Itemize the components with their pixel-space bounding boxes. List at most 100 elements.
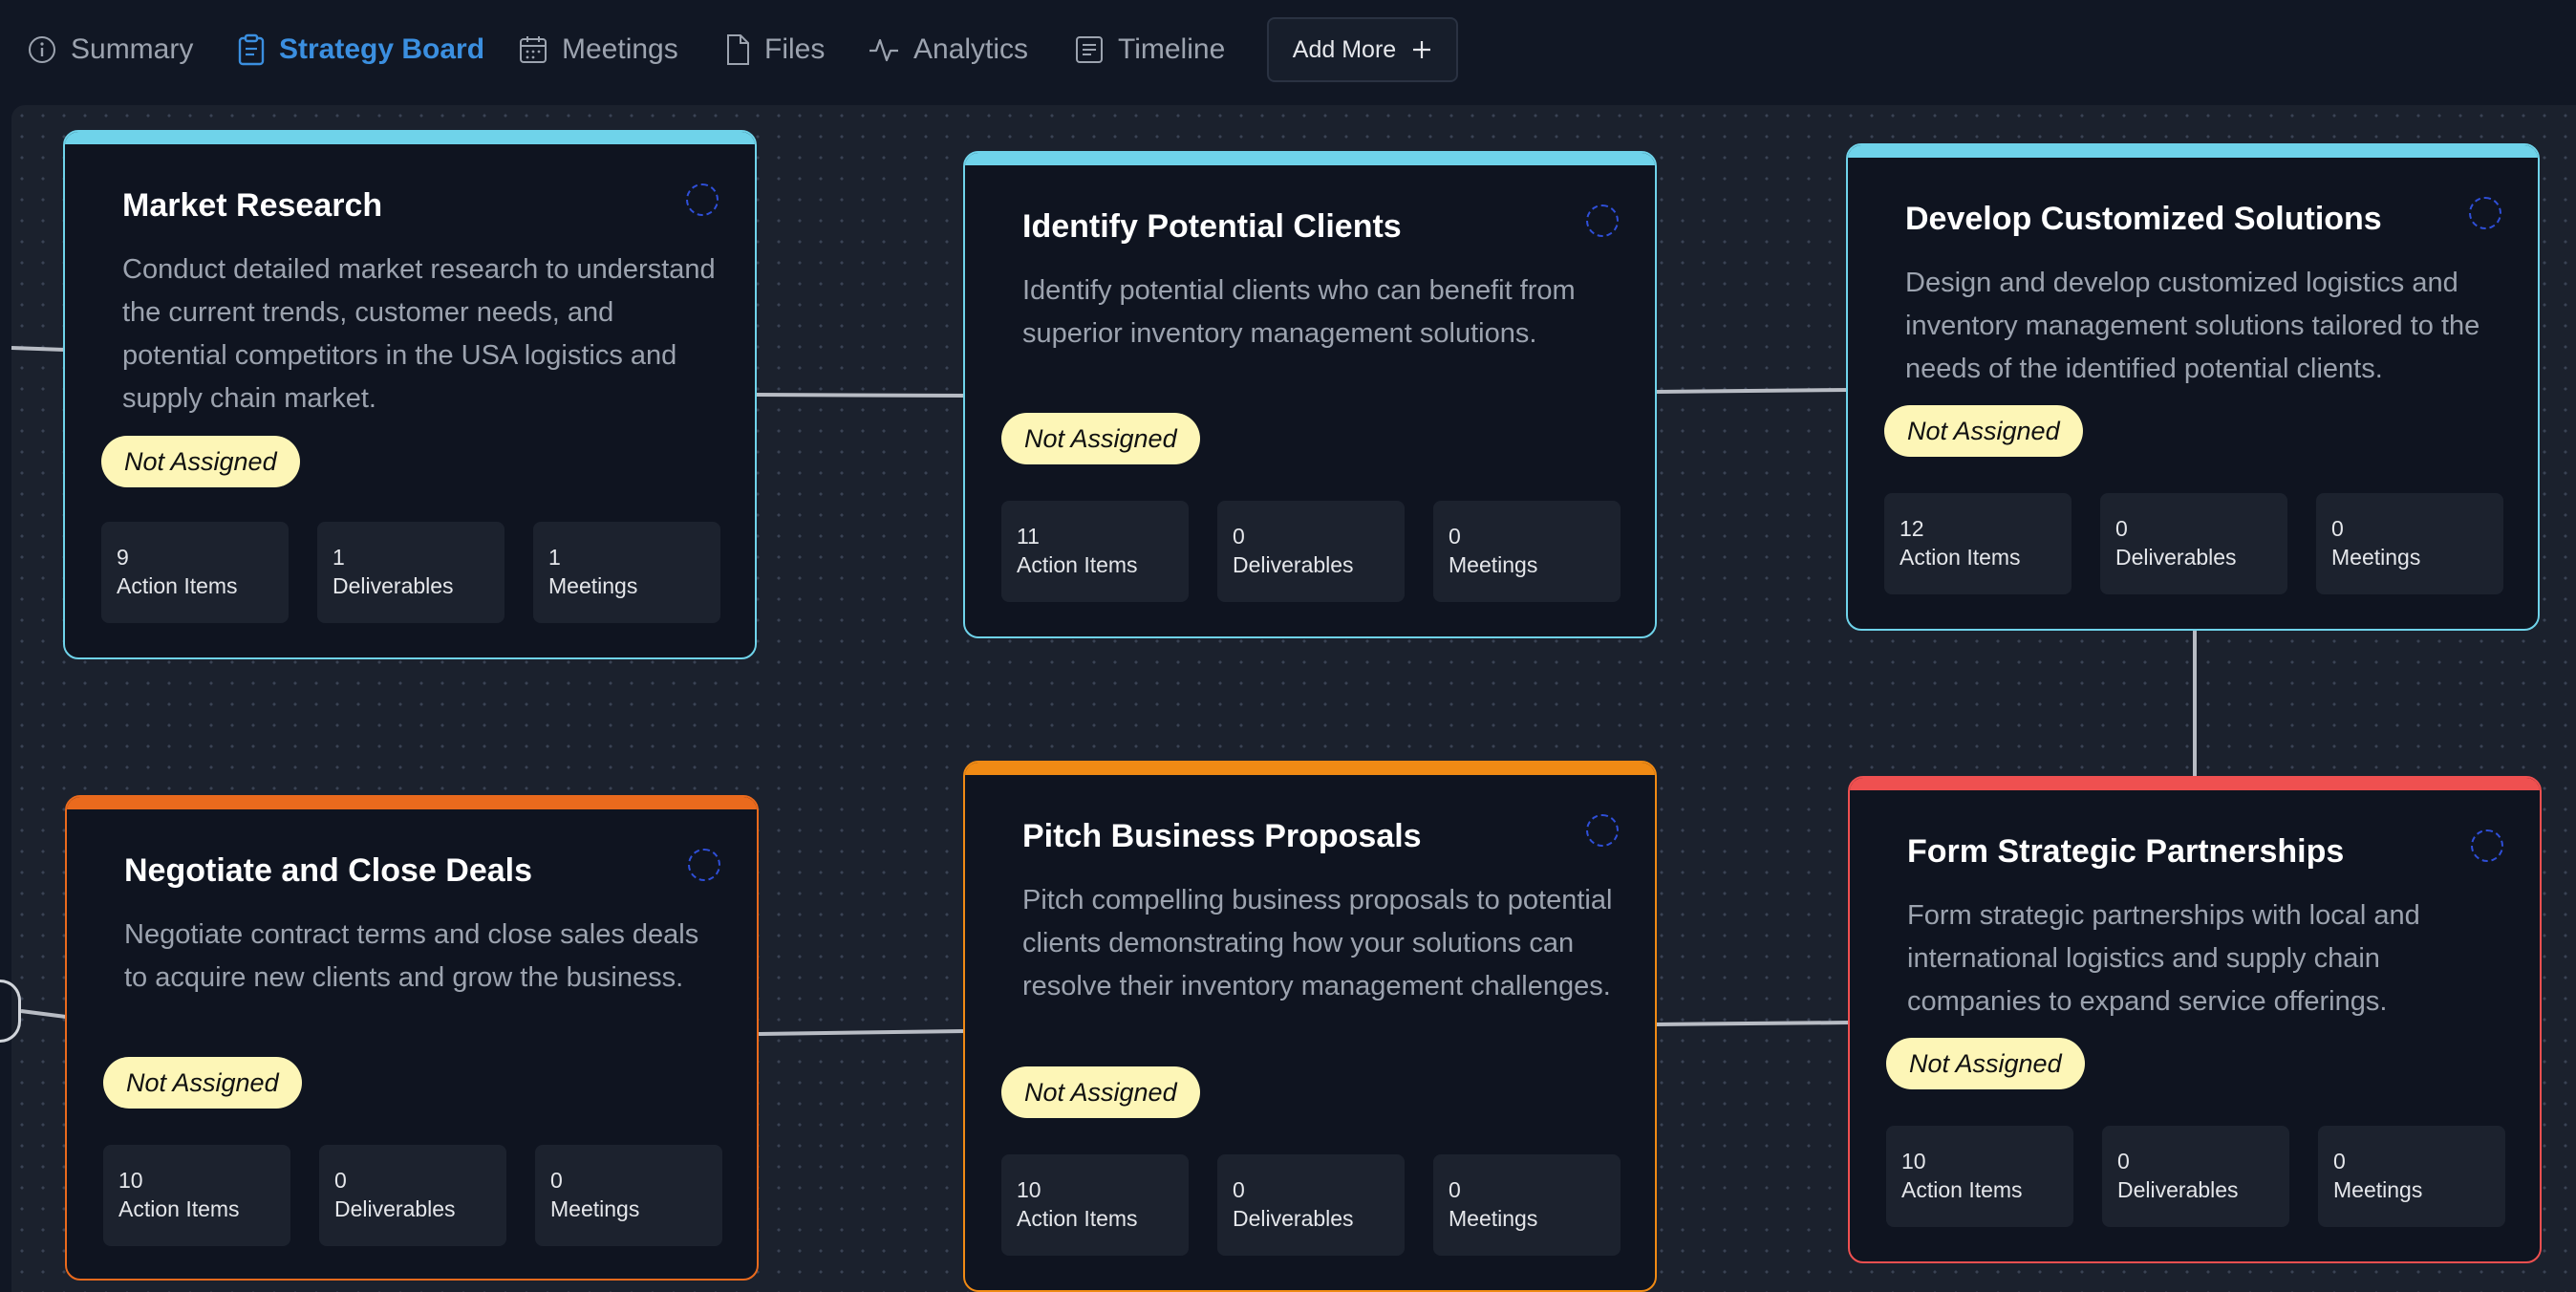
stat-value: 9 bbox=[117, 545, 129, 570]
card-develop-customized-solutions[interactable]: Develop Customized Solutions Design and … bbox=[1846, 143, 2540, 631]
calendar-icon bbox=[520, 36, 547, 63]
status-badge[interactable]: Not Assigned bbox=[1001, 1066, 1200, 1118]
timeline-icon bbox=[1076, 36, 1103, 63]
stat-label: Action Items bbox=[1017, 1206, 1138, 1231]
card-color-band bbox=[65, 132, 755, 144]
assignee-circle-icon[interactable] bbox=[1586, 814, 1619, 847]
assignee-circle-icon[interactable] bbox=[1586, 205, 1619, 237]
info-icon bbox=[29, 36, 55, 63]
card-description: Conduct detailed market research to unde… bbox=[122, 254, 716, 414]
stat-action-items[interactable]: 10 Action Items bbox=[1001, 1154, 1189, 1256]
card-description: Pitch compelling business proposals to p… bbox=[1022, 885, 1613, 1001]
card-color-band bbox=[1848, 145, 2538, 158]
card-pitch-business-proposals[interactable]: Pitch Business Proposals Pitch compellin… bbox=[963, 761, 1657, 1292]
stat-value: 0 bbox=[2115, 516, 2128, 541]
activity-icon bbox=[869, 38, 898, 62]
stat-value: 10 bbox=[118, 1168, 143, 1193]
assignee-circle-icon[interactable] bbox=[2471, 829, 2503, 862]
tab-files[interactable]: Files bbox=[724, 23, 825, 76]
stat-value: 11 bbox=[1017, 524, 1040, 549]
card-color-band bbox=[1850, 778, 2540, 790]
stat-value: 12 bbox=[1900, 516, 1924, 541]
status-badge[interactable]: Not Assigned bbox=[101, 436, 300, 487]
stat-value: 0 bbox=[550, 1168, 563, 1193]
card-description: Negotiate contract terms and close sales… bbox=[124, 919, 699, 993]
tab-timeline[interactable]: Timeline bbox=[1074, 23, 1225, 76]
card-title: Form Strategic Partnerships bbox=[1907, 833, 2345, 870]
stat-value: 0 bbox=[2331, 516, 2344, 541]
card-identify-potential-clients[interactable]: Identify Potential Clients Identify pote… bbox=[963, 151, 1657, 638]
stat-action-items[interactable]: 10 Action Items bbox=[103, 1145, 290, 1246]
stat-value: 0 bbox=[2117, 1149, 2130, 1174]
stat-meetings[interactable]: 0 Meetings bbox=[2316, 493, 2503, 594]
stat-deliverables[interactable]: 0 Deliverables bbox=[2100, 493, 2287, 594]
stat-label: Action Items bbox=[118, 1196, 240, 1221]
stat-meetings[interactable]: 1 Meetings bbox=[533, 522, 720, 623]
card-color-band bbox=[965, 763, 1655, 775]
stat-deliverables[interactable]: 0 Deliverables bbox=[2102, 1126, 2289, 1227]
tab-label: Strategy Board bbox=[279, 33, 485, 65]
stat-value: 0 bbox=[2333, 1149, 2346, 1174]
assignee-circle-icon[interactable] bbox=[688, 849, 720, 881]
stat-meetings[interactable]: 0 Meetings bbox=[2318, 1126, 2505, 1227]
assignee-circle-icon[interactable] bbox=[686, 183, 719, 216]
card-title: Pitch Business Proposals bbox=[1022, 818, 1422, 854]
stat-value: 10 bbox=[1901, 1149, 1926, 1174]
status-badge[interactable]: Not Assigned bbox=[1884, 405, 2083, 457]
stat-value: 1 bbox=[548, 545, 561, 570]
tab-meetings[interactable]: Meetings bbox=[518, 23, 678, 76]
stat-label: Deliverables bbox=[1233, 552, 1354, 577]
stat-label: Meetings bbox=[1449, 552, 1538, 577]
clipboard-icon bbox=[238, 33, 265, 66]
stat-value: 0 bbox=[1449, 1177, 1461, 1202]
stat-action-items[interactable]: 12 Action Items bbox=[1884, 493, 2072, 594]
stat-meetings[interactable]: 0 Meetings bbox=[1433, 501, 1621, 602]
tab-label: Summary bbox=[71, 33, 194, 65]
card-title: Negotiate and Close Deals bbox=[124, 852, 533, 889]
stat-meetings[interactable]: 0 Meetings bbox=[1433, 1154, 1621, 1256]
status-badge[interactable]: Not Assigned bbox=[103, 1057, 302, 1109]
tab-label: Meetings bbox=[562, 33, 678, 65]
tab-label: Analytics bbox=[913, 33, 1029, 65]
tab-label: Timeline bbox=[1118, 33, 1226, 65]
stat-label: Meetings bbox=[1449, 1206, 1538, 1231]
card-description: Form strategic partnerships with local a… bbox=[1907, 900, 2420, 1017]
stat-deliverables[interactable]: 0 Deliverables bbox=[319, 1145, 506, 1246]
stat-action-items[interactable]: 11 Action Items bbox=[1001, 501, 1189, 602]
card-title: Market Research bbox=[122, 187, 383, 224]
stat-label: Meetings bbox=[550, 1196, 640, 1221]
add-more-button[interactable]: Add More bbox=[1267, 17, 1458, 82]
stat-value: 0 bbox=[334, 1168, 347, 1193]
card-title: Identify Potential Clients bbox=[1022, 208, 1402, 245]
stat-deliverables[interactable]: 1 Deliverables bbox=[317, 522, 504, 623]
stat-label: Deliverables bbox=[334, 1196, 456, 1221]
card-negotiate-and-close-deals[interactable]: Negotiate and Close Deals Negotiate cont… bbox=[65, 795, 759, 1281]
tab-summary[interactable]: Summary bbox=[27, 23, 193, 76]
stat-meetings[interactable]: 0 Meetings bbox=[535, 1145, 722, 1246]
status-badge[interactable]: Not Assigned bbox=[1001, 413, 1200, 464]
card-form-strategic-partnerships[interactable]: Form Strategic Partnerships Form strateg… bbox=[1848, 776, 2542, 1263]
stat-label: Action Items bbox=[1900, 545, 2021, 570]
stat-label: Deliverables bbox=[1233, 1206, 1354, 1231]
stat-value: 10 bbox=[1017, 1177, 1041, 1202]
status-badge[interactable]: Not Assigned bbox=[1886, 1038, 2085, 1089]
card-market-research[interactable]: Market Research Conduct detailed market … bbox=[63, 130, 757, 659]
tab-label: Files bbox=[764, 33, 826, 65]
plus-icon bbox=[1413, 41, 1431, 58]
card-description: Design and develop customized logistics … bbox=[1905, 268, 2480, 384]
tab-analytics[interactable]: Analytics bbox=[868, 23, 1028, 76]
stat-deliverables[interactable]: 0 Deliverables bbox=[1217, 1154, 1405, 1256]
top-nav: Summary Strategy Board Meetings Files An… bbox=[0, 0, 2576, 98]
add-more-label: Add More bbox=[1292, 35, 1397, 63]
assignee-circle-icon[interactable] bbox=[2469, 197, 2501, 229]
file-icon bbox=[727, 34, 749, 65]
stat-value: 0 bbox=[1449, 524, 1461, 549]
stat-value: 0 bbox=[1233, 1177, 1245, 1202]
card-color-band bbox=[965, 153, 1655, 165]
stat-action-items[interactable]: 9 Action Items bbox=[101, 522, 289, 623]
stat-deliverables[interactable]: 0 Deliverables bbox=[1217, 501, 1405, 602]
stat-label: Action Items bbox=[1901, 1177, 2023, 1202]
stat-label: Meetings bbox=[2331, 545, 2421, 570]
tab-strategy-board[interactable]: Strategy Board bbox=[237, 23, 484, 76]
stat-action-items[interactable]: 10 Action Items bbox=[1886, 1126, 2073, 1227]
